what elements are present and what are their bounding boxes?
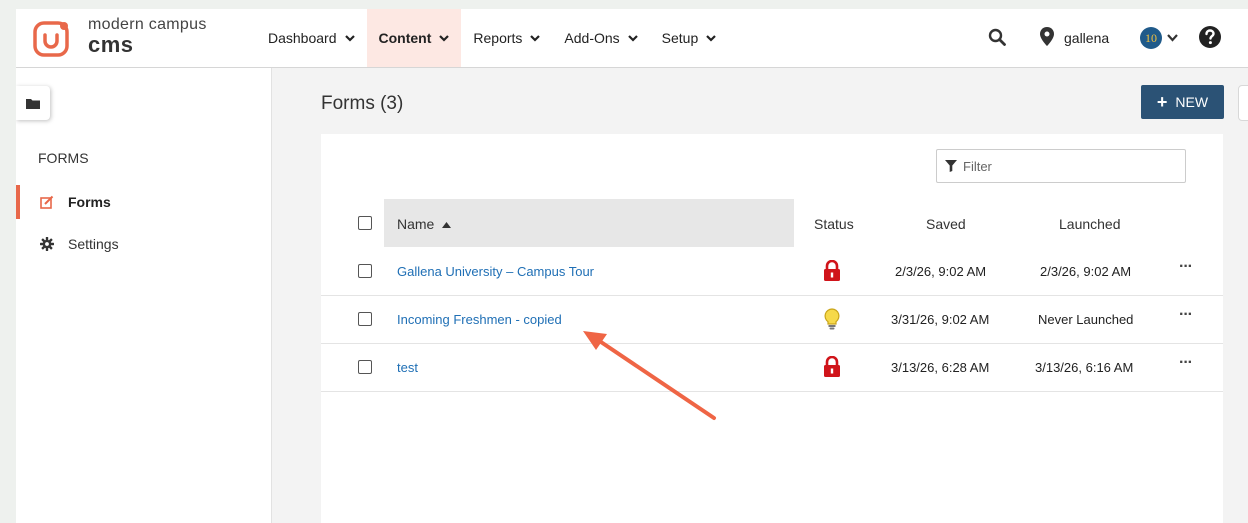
location-pin-icon[interactable]	[1040, 27, 1054, 46]
sidebar-item-forms[interactable]: Forms	[16, 185, 275, 219]
page-title: Forms (3)	[321, 93, 404, 114]
status-column-header[interactable]: Status	[814, 216, 854, 232]
sidebar-heading: FORMS	[38, 150, 89, 166]
sort-ascending-icon	[442, 222, 452, 229]
chevron-down-icon	[530, 34, 541, 42]
brand-wordmark[interactable]: modern campus cms	[88, 17, 207, 56]
search-icon[interactable]	[988, 28, 1006, 46]
chevron-down-icon[interactable]	[1167, 34, 1178, 42]
table-row: Incoming Freshmen - copied 3/31/26, 9:02…	[321, 296, 1223, 344]
nav-add-ons[interactable]: Add-Ons	[552, 9, 649, 67]
nav-setup[interactable]: Setup	[650, 9, 729, 67]
filter-input[interactable]	[961, 157, 1165, 175]
sidebar: FORMS Forms Settings	[16, 68, 272, 523]
new-form-button[interactable]: + NEW	[1141, 85, 1224, 119]
sidebar-item-label: Settings	[68, 236, 119, 252]
nav-setup-label: Setup	[661, 30, 699, 46]
lock-icon	[824, 260, 840, 281]
table-header: Name Status Saved Launched	[321, 199, 1223, 247]
nav-dashboard-label: Dashboard	[268, 30, 337, 46]
sidebar-item-label: Forms	[68, 194, 111, 210]
site-name[interactable]: gallena	[1064, 30, 1109, 46]
nav-add-ons-label: Add-Ons	[564, 30, 620, 46]
saved-column-header[interactable]: Saved	[926, 216, 966, 232]
saved-cell: 3/13/26, 6:28 AM	[891, 360, 990, 375]
sidebar-item-settings[interactable]: Settings	[16, 227, 271, 261]
table-row: Gallena University – Campus Tour 2/3/26,…	[321, 248, 1223, 296]
lock-icon	[824, 356, 840, 377]
top-bar: modern campus cms Dashboard Content Repo…	[16, 9, 1248, 68]
form-name-link[interactable]: Gallena University – Campus Tour	[397, 264, 594, 279]
saved-cell: 2/3/26, 9:02 AM	[895, 264, 987, 279]
app-window: modern campus cms Dashboard Content Repo…	[16, 9, 1248, 523]
select-all-checkbox[interactable]	[358, 216, 372, 230]
form-name-link[interactable]: test	[397, 360, 418, 375]
plus-icon: +	[1156, 91, 1168, 112]
name-column-header[interactable]: Name	[397, 216, 452, 232]
launched-column-header[interactable]: Launched	[1059, 216, 1121, 232]
modern-campus-logo-icon[interactable]	[33, 19, 73, 59]
chevron-down-icon	[706, 34, 717, 42]
file-navigation-toggle[interactable]	[16, 86, 50, 120]
right-panel-toggle[interactable]	[1238, 85, 1248, 121]
chevron-down-icon	[344, 34, 355, 42]
nav-dashboard[interactable]: Dashboard	[256, 9, 367, 67]
filter-field[interactable]	[936, 149, 1186, 183]
launched-cell: Never Launched	[1038, 312, 1134, 327]
row-checkbox[interactable]	[358, 360, 372, 374]
edit-icon	[40, 195, 54, 209]
row-actions-menu[interactable]: ···	[1179, 306, 1193, 324]
brand-line1: modern campus	[88, 16, 207, 33]
chevron-down-icon	[627, 34, 638, 42]
filter-icon	[945, 160, 957, 172]
form-name-link[interactable]: Incoming Freshmen - copied	[397, 312, 562, 327]
nav-content-label: Content	[378, 30, 432, 46]
main-nav: Dashboard Content Reports Add-Ons Setup	[256, 9, 728, 67]
row-checkbox[interactable]	[358, 312, 372, 326]
nav-content[interactable]: Content	[366, 9, 462, 67]
name-header-label: Name	[397, 216, 435, 232]
lightbulb-icon	[824, 308, 840, 330]
row-checkbox[interactable]	[358, 264, 372, 278]
chevron-down-icon	[439, 34, 450, 42]
forms-table-panel: Name Status Saved Launched Gallena Unive…	[321, 134, 1223, 523]
folder-icon	[26, 98, 40, 109]
nav-reports[interactable]: Reports	[461, 9, 552, 67]
brand-line2: cms	[88, 32, 134, 57]
new-button-label: NEW	[1175, 94, 1209, 110]
row-actions-menu[interactable]: ···	[1179, 258, 1193, 276]
launched-cell: 3/13/26, 6:16 AM	[1035, 360, 1134, 375]
notification-badge[interactable]: 10	[1140, 27, 1162, 49]
help-icon[interactable]	[1198, 25, 1222, 49]
launched-cell: 2/3/26, 9:02 AM	[1040, 264, 1132, 279]
row-actions-menu[interactable]: ···	[1179, 354, 1193, 372]
nav-reports-label: Reports	[473, 30, 523, 46]
saved-cell: 3/31/26, 9:02 AM	[891, 312, 990, 327]
gear-icon	[40, 237, 54, 251]
table-row: test 3/13/26, 6:28 AM 3/13/26, 6:16 AM ·…	[321, 344, 1223, 392]
